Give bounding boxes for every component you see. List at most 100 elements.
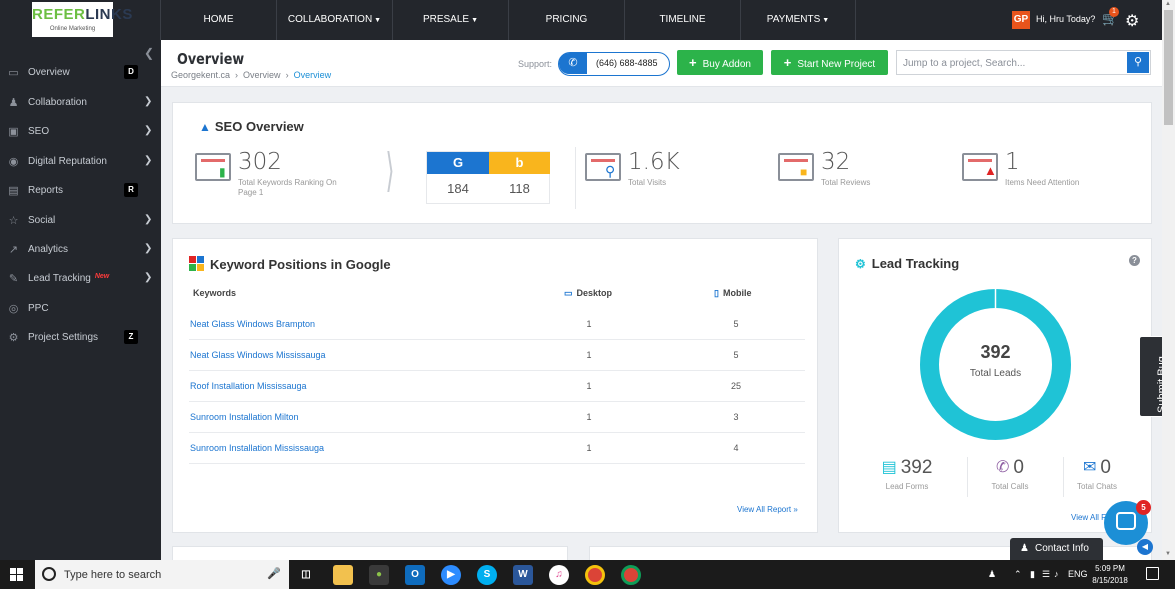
sidebar-item-overview[interactable]: ▭ Overview D bbox=[0, 62, 161, 84]
visits-report-icon: ⚲ bbox=[585, 153, 621, 181]
keyword-link[interactable]: Neat Glass Windows Mississauga bbox=[190, 350, 326, 360]
sidebar: ❮ ▭ Overview D ♟ Collaboration ❯ ▣ SEO ❯… bbox=[0, 40, 161, 560]
outlook-icon[interactable]: O bbox=[405, 565, 425, 585]
keyword-link[interactable]: Neat Glass Windows Brampton bbox=[190, 319, 315, 329]
sidebar-item-seo[interactable]: ▣ SEO ❯ bbox=[0, 121, 161, 143]
breadcrumb-overview[interactable]: Overview bbox=[243, 70, 281, 80]
table-row: Neat Glass Windows Mississauga 1 5 bbox=[189, 340, 805, 371]
logo-tagline: Online Marketing bbox=[49, 26, 96, 32]
total-chats-stat[interactable]: ✉ 0 Total Chats bbox=[1047, 457, 1147, 491]
table-row: Roof Installation Mississauga 1 25 bbox=[189, 371, 805, 402]
taskbar-search-box[interactable]: Type here to search 🎤 bbox=[35, 560, 289, 589]
clock-time: 5:09 PM bbox=[1095, 564, 1125, 573]
keywords-report-icon: ▮ bbox=[195, 153, 231, 181]
file-explorer-icon[interactable] bbox=[333, 565, 353, 585]
nav-pricing[interactable]: PRICING bbox=[508, 0, 624, 40]
sidebar-item-digital-reputation[interactable]: ◉ Digital Reputation ❯ bbox=[0, 151, 161, 173]
user-greeting[interactable]: Hi, Hru Today? bbox=[1036, 14, 1095, 24]
chevron-right-icon: ❯ bbox=[144, 125, 153, 136]
search-icon[interactable]: ⚲ bbox=[1127, 52, 1149, 73]
nav-collaboration[interactable]: COLLABORATION ▼ bbox=[276, 0, 392, 40]
microphone-icon[interactable]: 🎤 bbox=[267, 567, 281, 580]
attention-items-value: 1 bbox=[1005, 149, 1020, 175]
chrome-icon[interactable] bbox=[585, 565, 605, 585]
sidebar-item-lead-tracking[interactable]: ✎ Lead Tracking New ❯ bbox=[0, 268, 161, 290]
seo-overview-title-text: SEO Overview bbox=[214, 119, 304, 134]
sidebar-item-label: Digital Reputation bbox=[28, 156, 107, 167]
page-scrollbar[interactable]: ▲ ▼ bbox=[1162, 0, 1175, 560]
volume-icon[interactable]: ♪ bbox=[1054, 569, 1059, 579]
sidebar-item-collaboration[interactable]: ♟ Collaboration ❯ bbox=[0, 92, 161, 114]
table-row: Sunroom Installation Milton 1 3 bbox=[189, 402, 805, 433]
support-label: Support: bbox=[518, 59, 553, 69]
page-header: Overview Georgekent.ca › Overview › Overview… bbox=[161, 40, 1162, 87]
cart-icon[interactable]: 🛒 1 bbox=[1102, 7, 1119, 27]
submit-bug-tab[interactable]: Submit Bug bbox=[1139, 336, 1168, 417]
breadcrumb-project[interactable]: Georgekent.ca bbox=[171, 70, 230, 80]
clock-date: 8/15/2018 bbox=[1092, 576, 1128, 585]
sidebar-item-ppc[interactable]: ◎ PPC bbox=[0, 298, 161, 320]
nav-payments[interactable]: PAYMENTS ▼ bbox=[740, 0, 856, 40]
word-icon[interactable]: W bbox=[513, 565, 533, 585]
lead-view-all-link[interactable]: View All R bbox=[1071, 513, 1107, 522]
total-chats-label: Total Chats bbox=[1076, 482, 1118, 491]
buy-addon-button[interactable]: + Buy Addon bbox=[677, 50, 763, 75]
nav-home[interactable]: HOME bbox=[160, 0, 276, 40]
search-input[interactable] bbox=[903, 55, 1123, 71]
total-leads-value: 392 bbox=[980, 342, 1011, 362]
keyword-link[interactable]: Roof Installation Mississauga bbox=[190, 381, 307, 391]
desktop-position: 1 bbox=[586, 443, 592, 453]
scrollbar-thumb[interactable] bbox=[1164, 10, 1173, 125]
project-search: ⚲ bbox=[896, 50, 1151, 75]
support-phone-number: (646) 688-4885 bbox=[596, 58, 658, 68]
task-view-icon[interactable]: ◫ bbox=[296, 565, 316, 585]
total-calls-stat[interactable]: ✆ 0 Total Calls bbox=[960, 457, 1060, 491]
scroll-down-icon[interactable]: ▼ bbox=[1165, 551, 1171, 557]
start-new-project-button[interactable]: + Start New Project bbox=[771, 50, 888, 75]
sidebar-item-social[interactable]: ☆ Social ❯ bbox=[0, 210, 161, 232]
app-icon[interactable]: ● bbox=[369, 565, 389, 585]
collapse-sidebar-icon[interactable]: ❮ bbox=[144, 46, 154, 60]
chevron-right-icon: ❯ bbox=[144, 155, 153, 166]
chevron-down-icon: ▼ bbox=[471, 17, 479, 24]
zoom-icon[interactable]: ▶ bbox=[441, 565, 461, 585]
ppc-icon: ◎ bbox=[8, 303, 19, 315]
itunes-icon[interactable]: ♫ bbox=[549, 565, 569, 585]
taskbar-clock[interactable]: 5:09 PM 8/15/2018 bbox=[1085, 563, 1135, 587]
skype-icon[interactable]: S bbox=[477, 565, 497, 585]
total-chats-value: 0 bbox=[1100, 457, 1111, 478]
nav-presale[interactable]: PRESALE ▼ bbox=[392, 0, 508, 40]
sidebar-item-reports[interactable]: ▤ Reports R bbox=[0, 180, 161, 202]
scroll-up-icon[interactable]: ▲ bbox=[1165, 1, 1171, 7]
gear-icon[interactable]: ⚙ bbox=[1125, 11, 1139, 31]
people-icon[interactable]: ♟ bbox=[988, 569, 996, 580]
desktop-position: 1 bbox=[586, 319, 592, 329]
sidebar-item-analytics[interactable]: ↗ Analytics ❯ bbox=[0, 239, 161, 261]
contact-info-button[interactable]: ♟ Contact Info bbox=[1010, 538, 1103, 560]
chevron-right-icon: ⟩ bbox=[385, 143, 395, 197]
help-icon[interactable]: ? bbox=[1129, 255, 1140, 266]
windows-start-icon[interactable] bbox=[10, 568, 23, 581]
analytics-icon: ↗ bbox=[8, 244, 19, 256]
chrome-icon[interactable] bbox=[621, 565, 641, 585]
start-new-project-label: Start New Project bbox=[797, 59, 876, 70]
battery-icon[interactable]: ▮ bbox=[1030, 569, 1035, 580]
tray-chevron-icon[interactable]: ⌃ bbox=[1014, 569, 1022, 580]
nav-timeline[interactable]: TIMELINE bbox=[624, 0, 740, 40]
lead-forms-stat[interactable]: ▤ 392 Lead Forms bbox=[857, 457, 957, 491]
support-phone-button[interactable]: ✆ (646) 688-4885 bbox=[558, 52, 670, 76]
view-all-report-link[interactable]: View All Report » bbox=[737, 505, 798, 514]
desktop-icon: ▭ bbox=[564, 288, 573, 298]
breadcrumb-separator: › bbox=[285, 70, 289, 80]
referlinks-logo[interactable]: REFERLINKS Online Marketing bbox=[32, 2, 132, 37]
sidebar-item-project-settings[interactable]: ⚙ Project Settings Z bbox=[0, 327, 161, 349]
user-avatar[interactable]: GP bbox=[1012, 11, 1030, 29]
network-icon[interactable]: ☰ bbox=[1042, 569, 1050, 580]
review-bubble-icon: ■ bbox=[800, 165, 808, 179]
reviews-report-icon: ■ bbox=[778, 153, 814, 181]
notification-center-icon[interactable] bbox=[1146, 567, 1159, 580]
keyword-link[interactable]: Sunroom Installation Milton bbox=[190, 412, 299, 422]
speaker-icon[interactable]: ◀ bbox=[1137, 539, 1153, 555]
mobile-position: 5 bbox=[733, 319, 739, 329]
keyword-link[interactable]: Sunroom Installation Mississauga bbox=[190, 443, 324, 453]
